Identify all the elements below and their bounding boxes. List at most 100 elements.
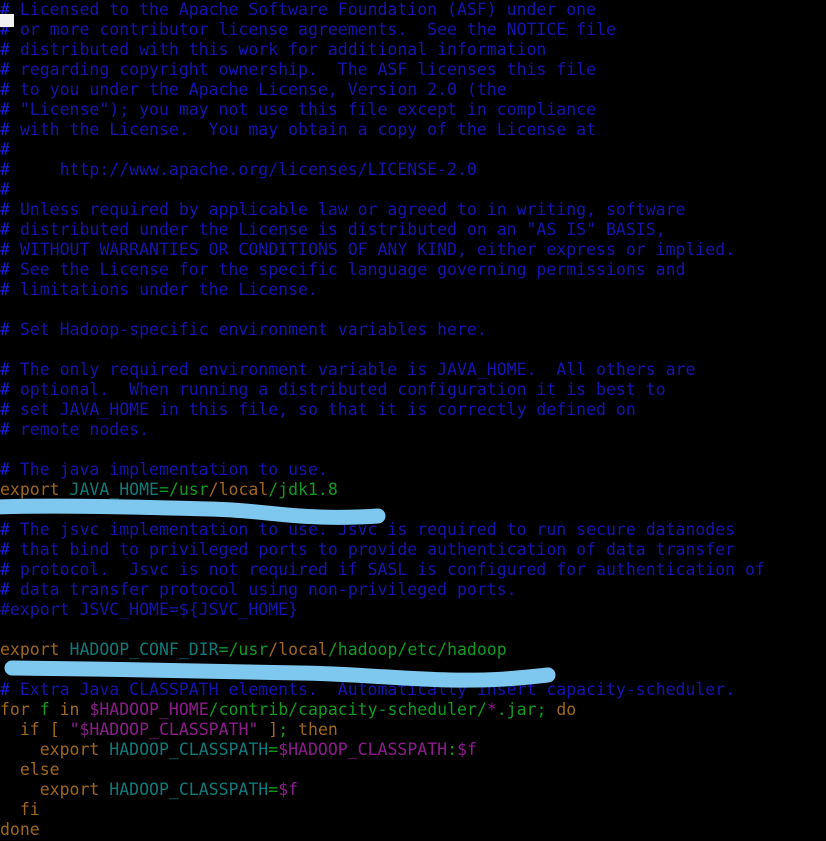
code-token: /: [208, 480, 219, 499]
code-token: else: [19, 760, 60, 779]
code-token: if: [19, 720, 40, 739]
code-token: /jdk1.8: [268, 480, 338, 499]
comment-hash: #: [0, 460, 10, 479]
code-token: export: [39, 740, 100, 759]
code-line: else: [0, 760, 826, 780]
comment-text: See the License for the specific languag…: [9, 260, 686, 279]
editor-text-area[interactable]: # Licensed to the Apache Software Founda…: [0, 0, 826, 840]
comment-hash: #: [0, 280, 10, 299]
code-line: # limitations under the License.: [0, 280, 826, 300]
code-token: =: [268, 740, 279, 759]
code-line: export HADOOP_CLASSPATH=$HADOOP_CLASSPAT…: [0, 740, 826, 760]
code-token: HADOOP_CONF_DIR: [69, 640, 219, 659]
code-token: $f: [457, 740, 477, 759]
code-token: ": [248, 720, 259, 739]
code-token: export: [0, 480, 60, 499]
comment-text: distributed under the License is distrib…: [9, 220, 666, 239]
comment-text: The java implementation to use.: [9, 460, 328, 479]
comment-text: distributed with this work for additiona…: [9, 40, 547, 59]
comment-text: Unless required by applicable law or agr…: [9, 200, 686, 219]
comment-hash: #: [0, 540, 10, 559]
comment-hash: #: [0, 240, 10, 259]
comment-text: or more contributor license agreements. …: [9, 20, 616, 39]
comment-text: protocol. Jsvc is not required if SASL i…: [9, 560, 765, 579]
comment-hash: #: [0, 520, 10, 539]
code-token: done: [0, 820, 40, 839]
code-token: /hadoop/etc/hadoop: [327, 640, 507, 659]
comment-text: Licensed to the Apache Software Foundati…: [9, 0, 597, 19]
comment-hash: #: [0, 560, 10, 579]
code-line: # "License"); you may not use this file …: [0, 100, 826, 120]
comment-hash: #: [0, 200, 10, 219]
comment-hash: #: [0, 400, 10, 419]
code-line: #: [0, 140, 826, 160]
code-line: # Unless required by applicable law or a…: [0, 200, 826, 220]
comment-hash: #: [0, 80, 10, 99]
code-token: ": [69, 720, 80, 739]
comment-text: to you under the Apache License, Version…: [9, 80, 507, 99]
comment-hash: #: [0, 420, 10, 439]
code-token: $HADOOP_HOME: [89, 700, 209, 719]
comment-text: data transfer protocol using non-privile…: [9, 580, 517, 599]
code-line: # data transfer protocol using non-privi…: [0, 580, 826, 600]
code-token: export: [0, 640, 60, 659]
code-line: done: [0, 820, 826, 840]
comment-hash: #: [0, 260, 10, 279]
code-line: # The jsvc implementation to use. Jsvc i…: [0, 520, 826, 540]
comment-text: limitations under the License.: [9, 280, 318, 299]
comment-text: The only required environment variable i…: [9, 360, 696, 379]
comment-text: WITHOUT WARRANTIES OR CONDITIONS OF ANY …: [9, 240, 736, 259]
code-token: #export JSVC_HOME=${JSVC_HOME}: [0, 600, 299, 619]
code-token: [: [49, 720, 60, 739]
code-line: # The java implementation to use.: [0, 460, 826, 480]
code-line: # The only required environment variable…: [0, 360, 826, 380]
code-line: # optional. When running a distributed c…: [0, 380, 826, 400]
code-token: *: [486, 700, 497, 719]
code-token: $HADOOP_CLASSPATH: [278, 740, 448, 759]
code-token: =: [268, 780, 279, 799]
code-token: ]: [268, 720, 279, 739]
code-token: HADOOP_CLASSPATH: [109, 780, 269, 799]
code-token: ;: [536, 700, 547, 719]
code-token: in: [59, 700, 80, 719]
comment-text: regarding copyright ownership. The ASF l…: [9, 60, 597, 79]
code-token: f: [39, 700, 50, 719]
code-token: /usr: [228, 640, 269, 659]
terminal-window[interactable]: # Licensed to the Apache Software Founda…: [0, 0, 826, 841]
comment-text: optional. When running a distributed con…: [9, 380, 666, 399]
code-line: # that bind to privileged ports to provi…: [0, 540, 826, 560]
comment-text: that bind to privileged ports to provide…: [9, 540, 736, 559]
text-cursor: [0, 14, 14, 27]
code-token: for: [0, 700, 30, 719]
code-token: fi: [19, 800, 40, 819]
code-line: # set JAVA_HOME in this file, so that it…: [0, 400, 826, 420]
comment-hash: #: [0, 40, 10, 59]
code-token: :: [447, 740, 458, 759]
comment-text: Set Hadoop-specific environment variable…: [9, 320, 487, 339]
code-line: # remote nodes.: [0, 420, 826, 440]
code-token: do: [556, 700, 577, 719]
comment-hash: #: [0, 180, 10, 199]
comment-text: with the License. You may obtain a copy …: [9, 120, 597, 139]
code-line: # Licensed to the Apache Software Founda…: [0, 0, 826, 20]
comment-hash: #: [0, 580, 10, 599]
comment-hash: #: [0, 380, 10, 399]
comment-text: "License"); you may not use this file ex…: [9, 100, 597, 119]
code-line: # http://www.apache.org/licenses/LICENSE…: [0, 160, 826, 180]
code-token: local: [218, 480, 269, 499]
comment-text: set JAVA_HOME in this file, so that it i…: [9, 400, 636, 419]
